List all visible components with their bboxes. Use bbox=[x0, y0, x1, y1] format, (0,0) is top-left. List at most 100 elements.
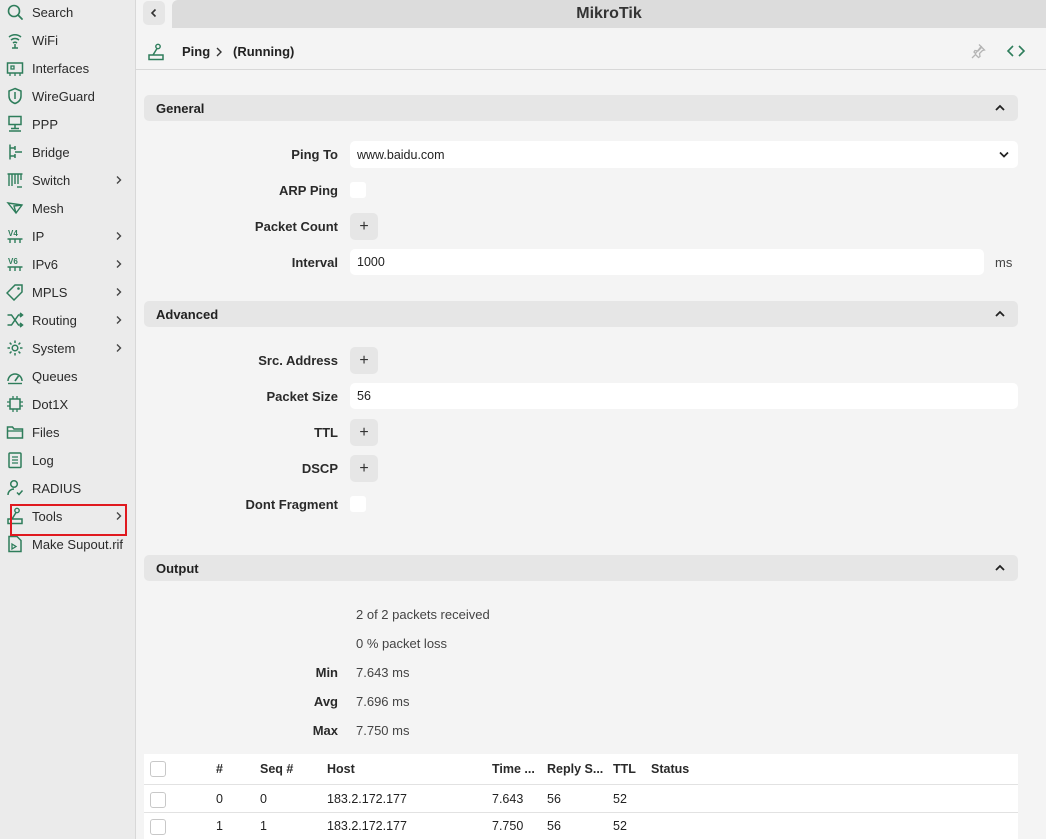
interval-input[interactable]: 1000 bbox=[350, 249, 984, 275]
sidebar-item-mesh[interactable]: Mesh bbox=[0, 194, 135, 222]
table-cell: 56 bbox=[547, 792, 561, 806]
sidebar-item-label: Dot1X bbox=[32, 396, 69, 412]
sidebar-item-wireguard[interactable]: WireGuard bbox=[0, 82, 135, 110]
dot1x-icon bbox=[6, 395, 24, 413]
search-icon bbox=[6, 3, 24, 21]
arp-ping-checkbox[interactable] bbox=[350, 182, 366, 198]
min-value: 7.643 ms bbox=[356, 665, 410, 680]
sidebar-item-label: IP bbox=[32, 228, 45, 244]
table-cell: 56 bbox=[547, 819, 561, 833]
sidebar-item-ipv6[interactable]: V6 IPv6 bbox=[0, 250, 135, 278]
radius-icon bbox=[6, 479, 24, 497]
sidebar-item-label: Search bbox=[32, 4, 74, 20]
sidebar-item-label: PPP bbox=[32, 116, 59, 132]
ppp-icon bbox=[6, 115, 24, 133]
packet-size-label: Packet Size bbox=[266, 389, 338, 404]
bridge-icon bbox=[6, 143, 24, 161]
supout-icon bbox=[6, 535, 24, 553]
table-cell: 1 bbox=[260, 819, 267, 833]
column-header[interactable]: Time ... bbox=[492, 762, 535, 776]
sidebar-item-switch[interactable]: Switch bbox=[0, 166, 135, 194]
dscp-label: DSCP bbox=[301, 461, 338, 476]
row-checkbox[interactable] bbox=[150, 819, 166, 835]
sidebar-item-make-supout[interactable]: Make Supout.rif bbox=[0, 530, 135, 558]
packet-count-label: Packet Count bbox=[254, 219, 338, 234]
sidebar-item-log[interactable]: Log bbox=[0, 446, 135, 474]
back-button[interactable] bbox=[143, 1, 165, 25]
column-header[interactable]: # bbox=[216, 762, 223, 776]
sidebar-item-label: Interfaces bbox=[32, 60, 90, 76]
dont-fragment-label: Dont Fragment bbox=[245, 497, 338, 512]
sidebar-item-mpls[interactable]: MPLS bbox=[0, 278, 135, 306]
tools-icon bbox=[147, 43, 165, 61]
chevron-right-icon bbox=[114, 343, 124, 353]
ping-to-label: Ping To bbox=[291, 147, 338, 162]
sidebar-item-label: IPv6 bbox=[32, 256, 59, 272]
sidebar-item-label: RADIUS bbox=[32, 480, 82, 496]
chevron-right-icon bbox=[214, 46, 224, 58]
folder-icon bbox=[6, 423, 24, 441]
sidebar-item-tools[interactable]: Tools bbox=[0, 502, 135, 530]
row-checkbox[interactable] bbox=[150, 792, 166, 808]
chevron-right-icon bbox=[114, 511, 124, 521]
sidebar-item-ip[interactable]: V4 IP bbox=[0, 222, 135, 250]
column-header[interactable]: Host bbox=[327, 762, 355, 776]
sidebar-item-files[interactable]: Files bbox=[0, 418, 135, 446]
src-address-label: Src. Address bbox=[258, 353, 338, 368]
queues-icon bbox=[6, 367, 24, 385]
dscp-add-button[interactable]: + bbox=[350, 455, 378, 482]
section-output-header[interactable]: Output bbox=[144, 555, 1018, 581]
arp-ping-label: ARP Ping bbox=[279, 183, 338, 198]
column-header[interactable]: Seq # bbox=[260, 762, 293, 776]
interfaces-icon bbox=[6, 59, 24, 77]
chevron-down-icon bbox=[998, 150, 1010, 159]
sidebar-item-search[interactable]: Search bbox=[0, 0, 135, 26]
sidebar-item-dot1x[interactable]: Dot1X bbox=[0, 390, 135, 418]
chevron-right-icon bbox=[114, 259, 124, 269]
sidebar-item-radius[interactable]: RADIUS bbox=[0, 474, 135, 502]
sidebar-item-label: Make Supout.rif bbox=[32, 536, 124, 552]
column-header[interactable]: Reply S... bbox=[547, 762, 603, 776]
ttl-add-button[interactable]: + bbox=[350, 419, 378, 446]
breadcrumb: Ping (Running) bbox=[136, 34, 1046, 70]
sidebar-item-label: Queues bbox=[32, 368, 78, 384]
column-header[interactable]: Status bbox=[651, 762, 689, 776]
table-row[interactable]: 1 1 183.2.172.177 7.750 56 52 bbox=[144, 812, 1018, 839]
sidebar-item-routing[interactable]: Routing bbox=[0, 306, 135, 334]
breadcrumb-page[interactable]: Ping bbox=[182, 44, 210, 59]
sidebar-item-wifi[interactable]: WiFi bbox=[0, 26, 135, 54]
sidebar-item-bridge[interactable]: Bridge bbox=[0, 138, 135, 166]
sidebar-item-system[interactable]: System bbox=[0, 334, 135, 362]
column-header[interactable]: TTL bbox=[613, 762, 636, 776]
packets-received-text: 2 of 2 packets received bbox=[356, 607, 490, 622]
code-icon[interactable] bbox=[1006, 43, 1026, 59]
min-label: Min bbox=[315, 665, 338, 680]
select-all-checkbox[interactable] bbox=[150, 761, 166, 777]
sidebar-item-interfaces[interactable]: Interfaces bbox=[0, 54, 135, 82]
table-cell: 7.643 bbox=[492, 792, 524, 806]
table-cell: 52 bbox=[613, 819, 627, 833]
wireguard-icon bbox=[6, 87, 24, 105]
routing-icon bbox=[6, 311, 24, 329]
table-cell: 52 bbox=[613, 792, 627, 806]
pin-icon[interactable] bbox=[970, 43, 986, 59]
src-address-add-button[interactable]: + bbox=[350, 347, 378, 374]
section-advanced-header[interactable]: Advanced bbox=[144, 301, 1018, 327]
table-cell: 183.2.172.177 bbox=[327, 792, 407, 806]
max-value: 7.750 ms bbox=[356, 723, 410, 738]
sidebar-item-ppp[interactable]: PPP bbox=[0, 110, 135, 138]
section-general-header[interactable]: General bbox=[144, 95, 1018, 121]
ping-to-select[interactable]: www.baidu.com bbox=[350, 141, 1018, 168]
table-cell: 7.750 bbox=[492, 819, 524, 833]
ttl-label: TTL bbox=[314, 425, 338, 440]
dont-fragment-checkbox[interactable] bbox=[350, 496, 366, 512]
mpls-icon bbox=[6, 283, 24, 301]
svg-text:V6: V6 bbox=[8, 257, 18, 266]
table-header-row: # Seq # Host Time ... Reply S... TTL Sta… bbox=[144, 754, 1018, 785]
packet-count-add-button[interactable]: + bbox=[350, 213, 378, 240]
section-title: General bbox=[156, 101, 205, 116]
avg-label: Avg bbox=[313, 694, 338, 709]
table-row[interactable]: 0 0 183.2.172.177 7.643 56 52 bbox=[144, 785, 1018, 813]
packet-size-input[interactable]: 56 bbox=[350, 383, 1018, 409]
sidebar-item-queues[interactable]: Queues bbox=[0, 362, 135, 390]
